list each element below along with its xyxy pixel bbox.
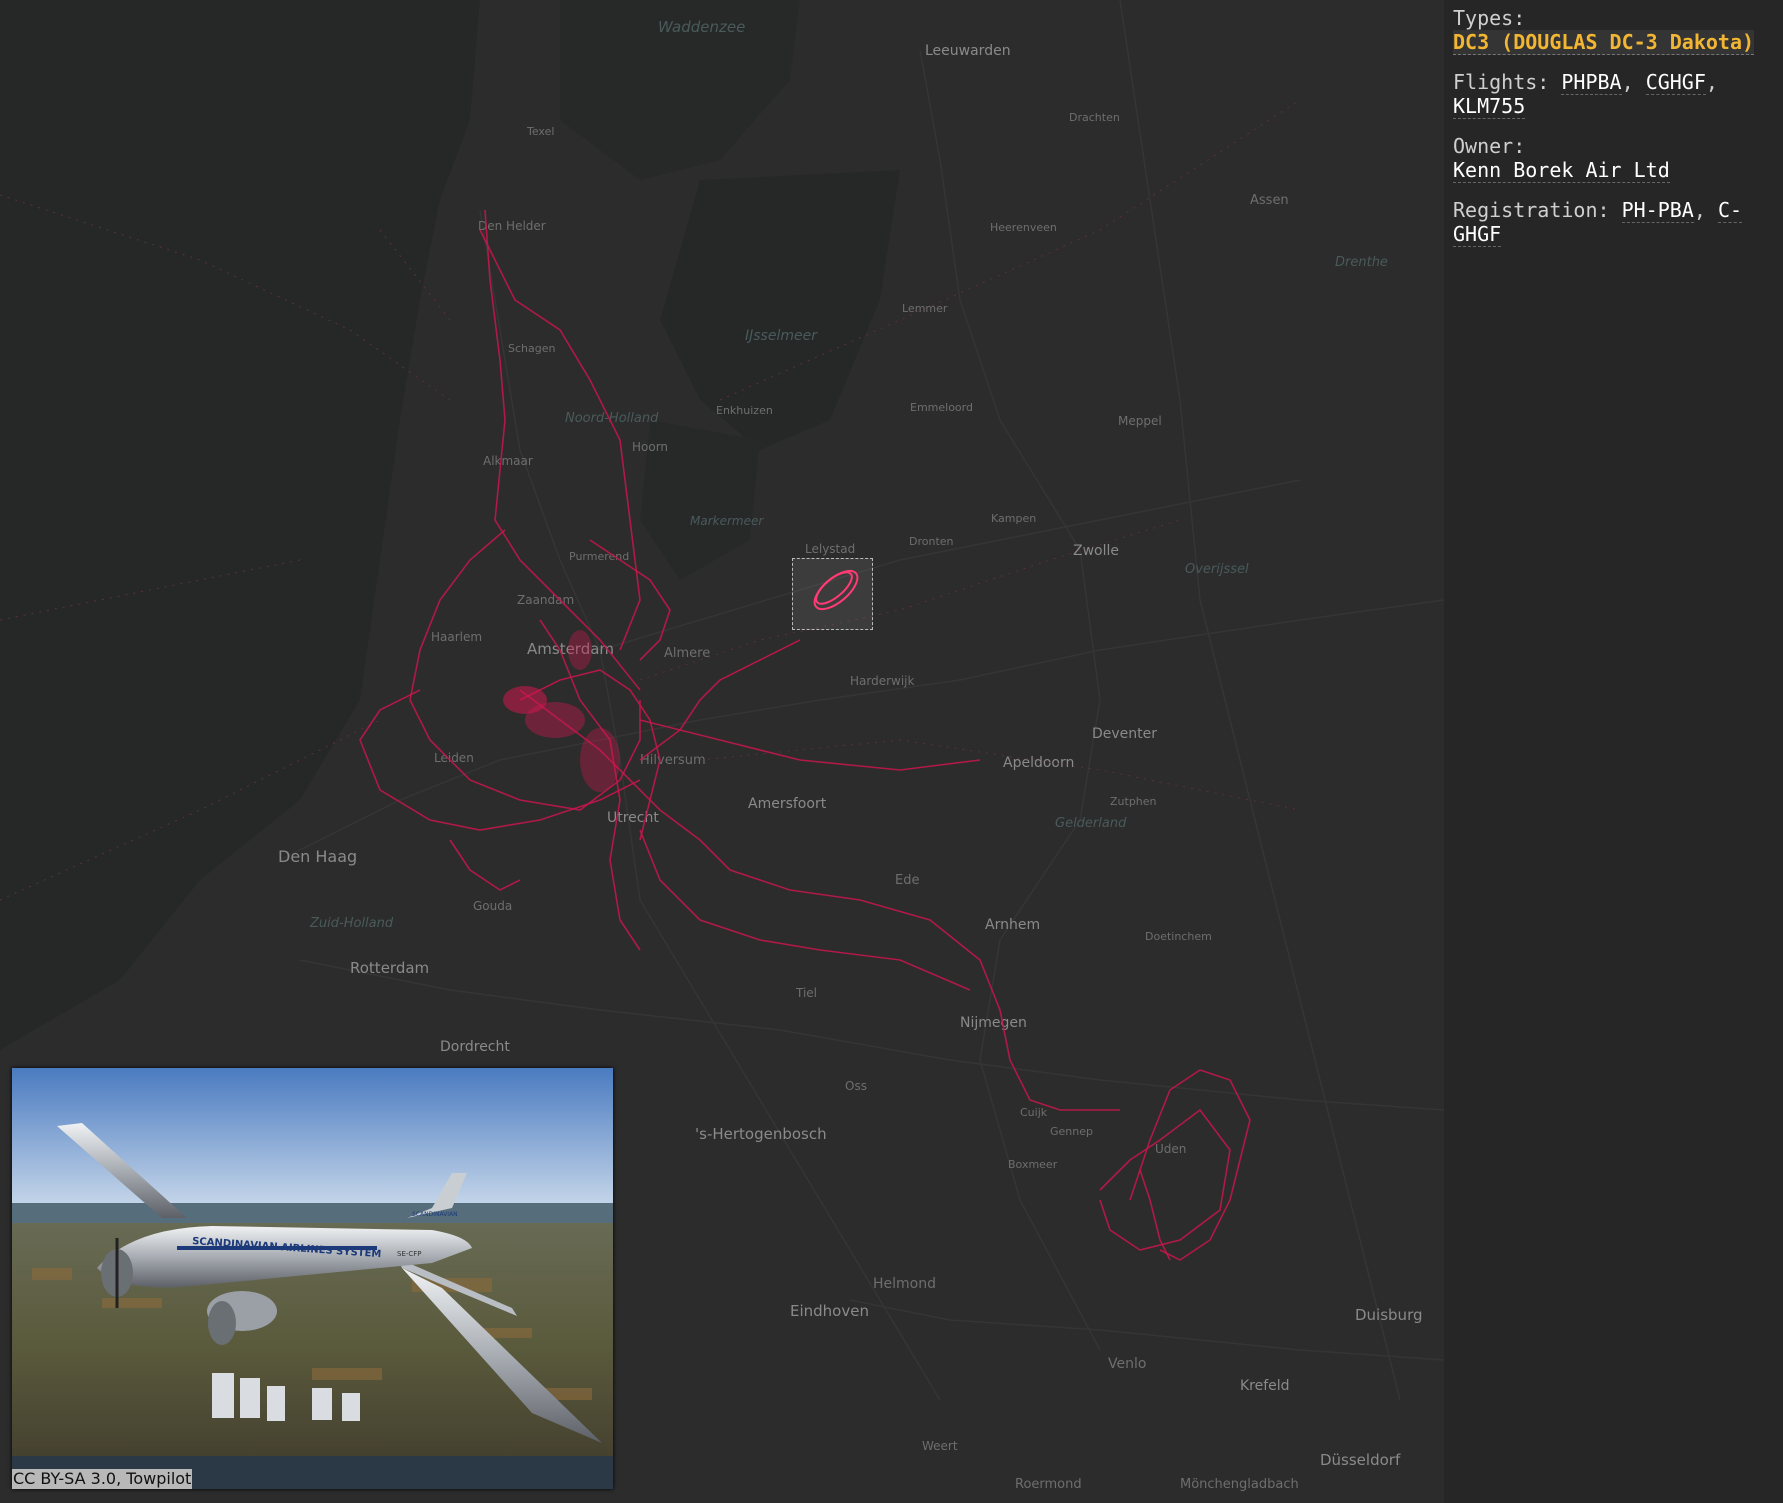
place-venlo: Venlo: [1108, 1356, 1146, 1372]
label-zuid-holland: Zuid-Holland: [309, 916, 394, 931]
place-boxmeer: Boxmeer: [1008, 1158, 1058, 1171]
flights-row: Flights: PHPBA, CGHGF, KLM755: [1453, 70, 1718, 119]
place-weert: Weert: [922, 1439, 958, 1453]
owner-row: Owner: Kenn Borek Air Ltd: [1453, 134, 1773, 183]
registration-lettering: SE-CFP: [397, 1250, 422, 1258]
photo-credit[interactable]: CC BY-SA 3.0, Towpilot: [12, 1469, 193, 1489]
place-amersfoort: Amersfoort: [748, 796, 827, 812]
place-s-hertogenbosch: 's-Hertogenbosch: [695, 1125, 827, 1143]
place-drachten: Drachten: [1069, 111, 1120, 124]
place-apeldoorn: Apeldoorn: [1003, 755, 1074, 771]
place-doetinchem: Doetinchem: [1145, 930, 1212, 943]
label-overijssel: Overijssel: [1185, 562, 1249, 577]
flight-link[interactable]: CGHGF: [1645, 70, 1706, 95]
place-krefeld: Krefeld: [1240, 1378, 1290, 1394]
info-panel: Types: DC3 (DOUGLAS DC-3 Dakota) Flights…: [1444, 0, 1783, 1503]
place-haarlem: Haarlem: [431, 630, 482, 644]
selection-box[interactable]: [792, 558, 873, 630]
label-markermeer: Markermeer: [690, 514, 764, 528]
place-zwolle: Zwolle: [1073, 543, 1119, 559]
place-deventer: Deventer: [1092, 726, 1157, 742]
place-oss: Oss: [845, 1079, 867, 1093]
place-ede: Ede: [895, 873, 919, 888]
tail-lettering: SCANDINAVIAN: [412, 1211, 458, 1218]
place-almere: Almere: [664, 646, 710, 661]
flight-link[interactable]: PHPBA: [1561, 70, 1622, 95]
place-lelystad: Lelystad: [805, 542, 855, 556]
label-gelderland: Gelderland: [1055, 816, 1127, 831]
place-helmond: Helmond: [873, 1276, 936, 1292]
place-hoorn: Hoorn: [632, 440, 668, 454]
place-texel: Texel: [526, 125, 554, 138]
owner-label: Owner:: [1453, 134, 1526, 158]
place-cuijk: Cuijk: [1020, 1106, 1048, 1119]
place-dronten: Dronten: [909, 535, 954, 548]
place-gennep: Gennep: [1050, 1125, 1093, 1138]
label-drenthe: Drenthe: [1335, 255, 1388, 270]
place-gouda: Gouda: [473, 899, 512, 913]
place-schagen: Schagen: [508, 342, 555, 355]
place-arnhem: Arnhem: [985, 917, 1040, 933]
place-duisburg: Duisburg: [1355, 1306, 1423, 1324]
place-dusseldorf: Düsseldorf: [1320, 1451, 1401, 1469]
place-enkhuizen: Enkhuizen: [716, 404, 773, 417]
place-uden: Uden: [1155, 1142, 1186, 1156]
place-roermond: Roermond: [1015, 1477, 1082, 1492]
place-alkmaar: Alkmaar: [483, 454, 533, 468]
label-ijsselmeer: IJsselmeer: [745, 328, 818, 344]
place-eindhoven: Eindhoven: [790, 1302, 869, 1320]
aircraft-photo: SCANDINAVIAN AIRLINES SYSTEM SCANDINAVIA…: [12, 1068, 613, 1489]
types-label: Types:: [1453, 6, 1526, 30]
place-meppel: Meppel: [1118, 414, 1162, 428]
place-den-haag: Den Haag: [278, 847, 357, 866]
type-link[interactable]: DC3 (DOUGLAS DC-3 Dakota): [1453, 30, 1755, 55]
place-leeuwarden: Leeuwarden: [925, 43, 1011, 59]
aircraft-image: SCANDINAVIAN AIRLINES SYSTEM SCANDINAVIA…: [12, 1068, 613, 1489]
place-harderwijk: Harderwijk: [850, 674, 915, 688]
place-moenchengladbach: Mönchengladbach: [1180, 1477, 1299, 1492]
owner-link[interactable]: Kenn Borek Air Ltd: [1453, 158, 1670, 183]
label-waddenzee: Waddenzee: [658, 18, 745, 36]
types-row: Types: DC3 (DOUGLAS DC-3 Dakota): [1453, 6, 1773, 55]
place-den-helder: Den Helder: [478, 219, 546, 233]
place-zutphen: Zutphen: [1110, 795, 1157, 808]
flight-link[interactable]: KLM755: [1453, 94, 1526, 119]
registration-row: Registration: PH-PBA, C-GHGF: [1453, 198, 1743, 247]
place-rotterdam: Rotterdam: [350, 959, 429, 977]
place-tiel: Tiel: [795, 986, 817, 1000]
flights-label: Flights:: [1453, 70, 1550, 94]
place-dordrecht: Dordrecht: [440, 1039, 510, 1055]
place-assen: Assen: [1250, 193, 1289, 208]
place-kampen: Kampen: [991, 512, 1036, 525]
registration-label: Registration:: [1453, 198, 1610, 222]
place-emmeloord: Emmeloord: [910, 401, 973, 414]
place-hilversum: Hilversum: [640, 753, 706, 768]
place-nijmegen: Nijmegen: [960, 1015, 1027, 1031]
registration-link[interactable]: PH-PBA: [1621, 198, 1694, 223]
place-heerenveen: Heerenveen: [990, 221, 1057, 234]
place-utrecht: Utrecht: [607, 810, 659, 826]
